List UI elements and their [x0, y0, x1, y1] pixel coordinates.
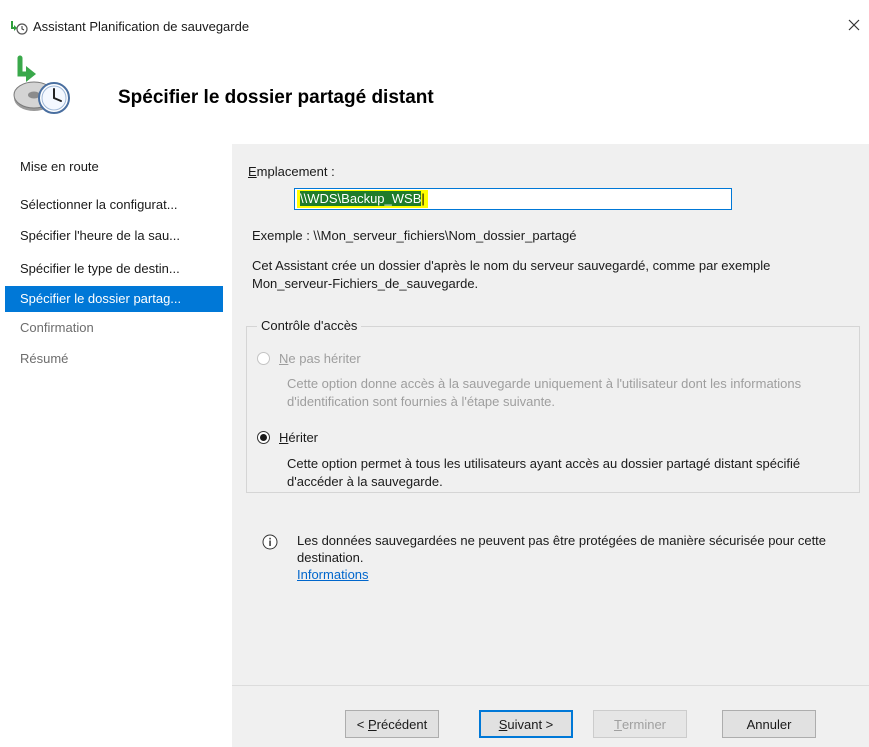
location-input-value: \\WDS\Backup_WSB| — [297, 190, 428, 208]
title-bar: Assistant Planification de sauvegarde — [0, 0, 869, 44]
location-label-rest: mplacement : — [256, 164, 335, 179]
no-inherit-description: Cette option donne accès à la sauvegarde… — [287, 376, 802, 409]
inherit-label-rest: ériter — [288, 430, 319, 445]
content-panel: Emplacement : \\WDS\Backup_WSB| Exemple … — [232, 144, 869, 747]
inherit-description: Cette option permet à tous les utilisate… — [287, 456, 801, 489]
backup-clock-icon — [8, 54, 74, 120]
page-title: Spécifier le dossier partagé distant — [118, 87, 434, 108]
previous-button-mnemonic: P — [367, 716, 377, 732]
location-input-selected-text: \\WDS\Backup_WSB — [300, 191, 422, 206]
no-inherit-label-mnemonic: N — [279, 351, 289, 366]
window-title: Assistant Planification de sauvegarde — [33, 19, 250, 34]
no-inherit-option[interactable]: Ne pas hériter — [257, 351, 361, 366]
location-label-mnemonic: E — [248, 164, 257, 179]
finish-button-mnemonic: T — [613, 716, 622, 732]
nav-step-type-destination[interactable]: Spécifier le type de destin... — [5, 256, 223, 282]
location-example: Exemple : \\Mon_serveur_fichiers\Nom_dos… — [252, 228, 577, 243]
inherit-label-mnemonic: H — [279, 430, 289, 445]
access-control-group: Contrôle d'accès Ne pas hériter Cette op… — [246, 318, 860, 493]
next-button[interactable]: Suivant > — [479, 710, 573, 738]
access-control-legend: Contrôle d'accès — [257, 318, 362, 333]
close-icon — [848, 19, 860, 31]
no-inherit-label-rest: e pas hériter — [288, 351, 361, 366]
inherit-radio[interactable] — [257, 431, 270, 444]
cancel-button[interactable]: Annuler — [722, 710, 816, 738]
previous-button-prefix: < — [356, 716, 368, 732]
next-button-mnemonic: S — [498, 716, 508, 732]
previous-button-rest: récédent — [376, 716, 428, 732]
location-input[interactable]: \\WDS\Backup_WSB| — [294, 188, 732, 210]
finish-button: Terminer — [593, 710, 687, 738]
next-button-rest: uivant > — [507, 716, 554, 732]
backup-app-icon — [10, 19, 28, 35]
location-label: Emplacement : — [248, 164, 335, 179]
footer-separator — [232, 685, 869, 686]
text-cursor: | — [421, 191, 425, 206]
nav-step-dossier-partage[interactable]: Spécifier le dossier partag... — [5, 286, 223, 312]
assistant-description: Cet Assistant crée un dossier d'après le… — [252, 258, 771, 291]
informations-link[interactable]: Informations — [297, 566, 857, 583]
no-inherit-label: Ne pas hériter — [279, 351, 361, 366]
nav-step-resume: Résumé — [20, 351, 69, 366]
nav-step-heure[interactable]: Spécifier l'heure de la sau... — [5, 223, 223, 249]
nav-step-mise-en-route[interactable]: Mise en route — [5, 154, 223, 180]
info-icon — [262, 534, 278, 550]
previous-button[interactable]: < Précédent — [345, 710, 439, 738]
info-text: Les données sauvegardées ne peuvent pas … — [297, 533, 827, 565]
info-notice: Les données sauvegardées ne peuvent pas … — [297, 532, 857, 583]
close-button[interactable] — [841, 12, 867, 38]
finish-button-rest: erminer — [621, 716, 667, 732]
nav-step-confirmation: Confirmation — [20, 320, 94, 335]
inherit-option[interactable]: Hériter — [257, 430, 318, 445]
inherit-label: Hériter — [279, 430, 318, 445]
no-inherit-radio[interactable] — [257, 352, 270, 365]
nav-step-configuration[interactable]: Sélectionner la configurat... — [5, 192, 223, 218]
